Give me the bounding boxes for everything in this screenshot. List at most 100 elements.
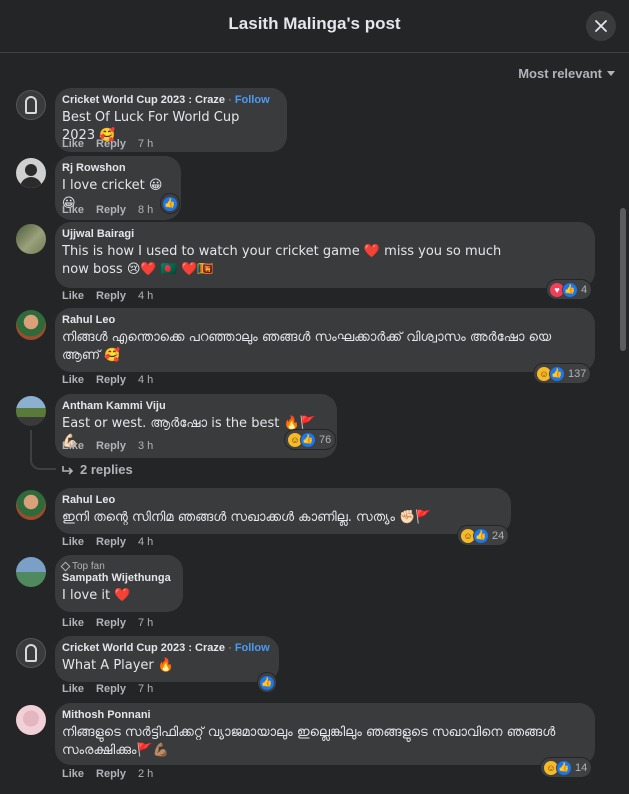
author-name[interactable]: Rj Rowshon — [62, 162, 170, 174]
reply-button[interactable]: Reply — [96, 374, 126, 386]
avatar[interactable] — [16, 557, 46, 587]
like-reaction-icon: 👍 — [549, 365, 565, 382]
follow-button[interactable]: Follow — [235, 94, 270, 106]
comment-actions: Like Reply 7 h — [62, 617, 153, 629]
diamond-icon — [60, 561, 71, 572]
reactions[interactable]: ♥ 👍 4 — [547, 280, 592, 299]
like-reaction-icon: 👍 — [556, 759, 572, 776]
follow-button[interactable]: Follow — [235, 642, 270, 654]
reactions[interactable]: ☺ 👍 137 — [534, 364, 591, 383]
timestamp[interactable]: 4 h — [138, 374, 153, 386]
sort-dropdown[interactable]: Most relevant — [518, 66, 615, 81]
like-reaction-icon: 👍 — [562, 281, 578, 298]
avatar[interactable] — [16, 396, 46, 426]
reply-button[interactable]: Reply — [96, 440, 126, 452]
reply-arrow-icon — [62, 465, 74, 475]
dialog-title: Lasith Malinga's post — [228, 14, 401, 33]
chevron-down-icon — [607, 71, 615, 76]
comment-text: നിങ്ങൾ എന്തൊക്കെ പറഞ്ഞാലും ഞങ്ങൾ സംഘക്കാ… — [62, 330, 552, 363]
avatar[interactable] — [16, 638, 46, 668]
comment-bubble: Rahul Leo നിങ്ങൾ എന്തൊക്കെ പറഞ്ഞാലും ഞങ്… — [55, 308, 595, 372]
author-name[interactable]: Rahul Leo — [62, 314, 584, 326]
like-button[interactable]: Like — [62, 536, 84, 548]
reactions[interactable]: 👍 — [258, 673, 276, 692]
timestamp[interactable]: 4 h — [138, 536, 153, 548]
like-button[interactable]: Like — [62, 768, 84, 780]
dialog-header: Lasith Malinga's post — [0, 0, 629, 53]
scrollbar-thumb[interactable] — [620, 208, 626, 351]
like-reaction-icon: 👍 — [300, 431, 316, 448]
author-name[interactable]: Ujjwal Bairagi — [62, 228, 584, 240]
comment-actions: Like Reply 4 h — [62, 374, 153, 386]
author-name[interactable]: Cricket World Cup 2023 : Craze — [62, 94, 225, 106]
author-name[interactable]: Cricket World Cup 2023 : Craze — [62, 642, 225, 654]
like-button[interactable]: Like — [62, 617, 84, 629]
reply-button[interactable]: Reply — [96, 768, 126, 780]
close-button[interactable] — [586, 11, 616, 41]
reactions[interactable]: ☺ 👍 76 — [285, 430, 336, 449]
author-name[interactable]: Rahul Leo — [62, 494, 500, 506]
comment-bubble: Rahul Leo ഇനി തന്റെ സിനിമ ഞങ്ങൾ സഖാക്കൾ … — [55, 488, 511, 534]
comment-actions: Like Reply 7 h — [62, 138, 153, 150]
replies-label: 2 replies — [80, 462, 133, 477]
thread-connector — [30, 430, 56, 470]
comment-actions: Like Reply 8 h — [62, 204, 153, 216]
avatar[interactable] — [16, 705, 46, 735]
comment-actions: Like Reply 4 h — [62, 536, 153, 548]
author-name[interactable]: Sampath Wijethunga — [62, 572, 172, 584]
reactions[interactable]: ☺ 👍 14 — [541, 758, 592, 777]
reply-button[interactable]: Reply — [96, 617, 126, 629]
timestamp[interactable]: 4 h — [138, 290, 153, 302]
reply-button[interactable]: Reply — [96, 204, 126, 216]
timestamp[interactable]: 7 h — [138, 617, 153, 629]
close-icon — [595, 20, 607, 32]
top-fan-badge: Top fan — [60, 561, 172, 572]
comment-actions: Like Reply 3 h — [62, 440, 153, 452]
reaction-count: 4 — [581, 283, 588, 296]
like-button[interactable]: Like — [62, 138, 84, 150]
timestamp[interactable]: 7 h — [138, 683, 153, 695]
avatar[interactable] — [16, 224, 46, 254]
like-reaction-icon: 👍 — [473, 527, 489, 544]
reactions[interactable]: ☺ 👍 24 — [458, 526, 509, 545]
timestamp[interactable]: 3 h — [138, 440, 153, 452]
sort-label: Most relevant — [518, 66, 602, 81]
comment-text: ഇനി തന്റെ സിനിമ ഞങ്ങൾ സഖാക്കൾ കാണില്ല. സ… — [62, 510, 432, 525]
avatar[interactable] — [16, 310, 46, 340]
like-button[interactable]: Like — [62, 290, 84, 302]
comment-actions: Like Reply 2 h — [62, 768, 153, 780]
comment-actions: Like Reply 7 h — [62, 683, 153, 695]
reaction-count: 14 — [575, 761, 588, 774]
timestamp[interactable]: 8 h — [138, 204, 153, 216]
comment-actions: Like Reply 4 h — [62, 290, 153, 302]
like-reaction-icon: 👍 — [162, 195, 178, 212]
comment-text: നിങ്ങളുടെ സർട്ടിഫിക്കറ്റ് വ്യാജമായാലും ഇ… — [62, 725, 556, 758]
comment-bubble: Cricket World Cup 2023 : Craze · Follow … — [55, 636, 279, 682]
reaction-count: 76 — [319, 433, 332, 446]
comment-bubble: Mithosh Ponnani നിങ്ങളുടെ സർട്ടിഫിക്കറ്റ… — [55, 703, 595, 765]
reaction-count: 24 — [492, 529, 505, 542]
avatar[interactable] — [16, 490, 46, 520]
view-replies-button[interactable]: 2 replies — [62, 462, 133, 477]
comment-text: What A Player 🔥 — [62, 658, 175, 673]
avatar[interactable] — [16, 90, 46, 120]
author-name[interactable]: Mithosh Ponnani — [62, 709, 584, 721]
like-reaction-icon: 👍 — [259, 674, 275, 691]
like-button[interactable]: Like — [62, 440, 84, 452]
reply-button[interactable]: Reply — [96, 683, 126, 695]
reply-button[interactable]: Reply — [96, 138, 126, 150]
timestamp[interactable]: 2 h — [138, 768, 153, 780]
reply-button[interactable]: Reply — [96, 536, 126, 548]
like-button[interactable]: Like — [62, 204, 84, 216]
comment-bubble: Ujjwal Bairagi This is how I used to wat… — [55, 222, 595, 288]
like-button[interactable]: Like — [62, 374, 84, 386]
like-button[interactable]: Like — [62, 683, 84, 695]
reply-button[interactable]: Reply — [96, 290, 126, 302]
timestamp[interactable]: 7 h — [138, 138, 153, 150]
reaction-count: 137 — [568, 367, 587, 380]
avatar[interactable] — [16, 158, 46, 188]
author-name[interactable]: Antham Kammi Viju — [62, 400, 326, 412]
comment-text: This is how I used to watch your cricket… — [62, 244, 502, 277]
comment-text: I love it ❤️ — [62, 588, 131, 603]
reactions[interactable]: 👍 — [161, 194, 179, 213]
